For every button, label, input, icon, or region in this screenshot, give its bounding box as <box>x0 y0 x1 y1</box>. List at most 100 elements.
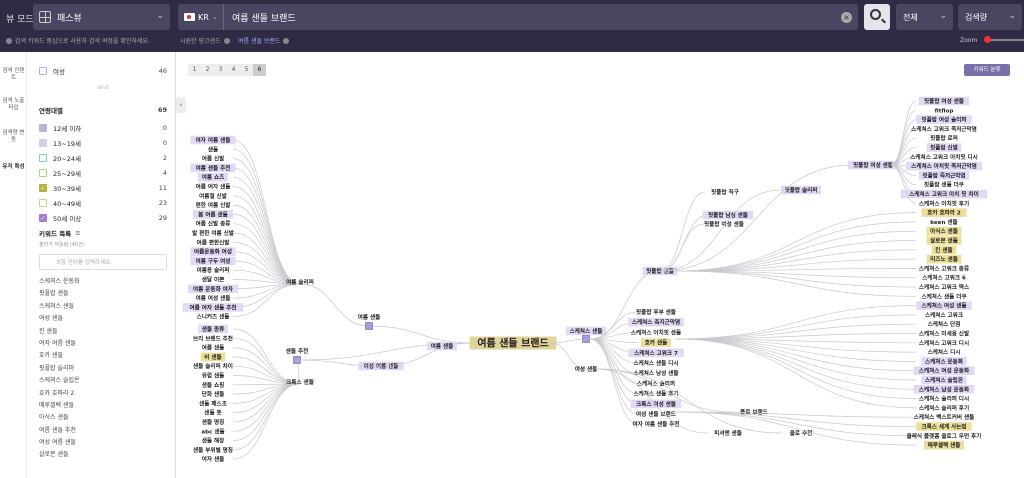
keyword-node[interactable]: 브리 브랜드 추천 <box>193 334 233 342</box>
keyword-node[interactable]: 호카 샌들 <box>641 338 671 347</box>
search-button[interactable] <box>864 4 890 30</box>
keyword-node[interactable]: 샌들 패스조 <box>199 399 227 407</box>
age-group-row[interactable]: ✓ 50세 이상 29 <box>39 213 167 223</box>
keyword-node[interactable]: 여름 슬리퍼 <box>286 278 314 286</box>
keyword-node[interactable]: 스케쳐스 여성 운동화 <box>913 366 975 375</box>
close-icon[interactable] <box>283 37 290 44</box>
keyword-node[interactable]: 스케쳐스 미세용 신발 <box>919 330 970 338</box>
keyword-node[interactable]: 여름 샌들 <box>427 341 457 351</box>
age-group-row[interactable]: 12세 이하 0 <box>39 123 167 133</box>
keyword-node[interactable]: 샌들 <box>208 145 218 153</box>
keyword-node[interactable]: 스케쳐스 고워크 맥스 <box>919 283 969 291</box>
keyword-node[interactable]: 스케쳐스 아치핏 족저근막염 <box>905 161 983 171</box>
keyword-list-item[interactable]: 호카 샌들 <box>39 350 169 362</box>
keyword-node[interactable]: 살로몬 샌들 <box>926 236 962 245</box>
keyword-node[interactable]: 스케쳐스 운동화 <box>921 357 967 366</box>
keyword-list-item[interactable]: 아식스 샌들 <box>39 412 169 424</box>
keyword-node[interactable]: 여름 편한신발 <box>197 238 231 246</box>
keyword-node[interactable]: 스케쳐스 고워크 아치 핏 차이 <box>900 189 988 199</box>
country-select[interactable]: KR ⌄ <box>178 4 224 30</box>
close-icon[interactable] <box>223 37 230 44</box>
age-group-row[interactable]: 40~49세 23 <box>39 198 167 208</box>
keyword-node[interactable]: 핏플랍 푸부 샌들 <box>636 308 676 316</box>
keyword-node[interactable]: 킨 샌들 <box>931 245 957 255</box>
keyword-node[interactable]: 샌들 부위별 명칭 <box>193 446 233 454</box>
keyword-node[interactable]: 스케쳐스 고워크 디시 <box>919 339 969 347</box>
keyword-node[interactable]: 샌들 추천 <box>286 347 309 355</box>
checkbox[interactable] <box>39 124 47 132</box>
list-icon[interactable]: ≡ <box>75 229 80 237</box>
age-group-row[interactable]: 13~19세 0 <box>39 138 167 148</box>
keyword-node[interactable]: 여름 여자 샌들 <box>196 183 231 191</box>
keyword-node[interactable]: 샌들 명칭 <box>202 418 225 426</box>
path-view-canvas[interactable]: ‹ 123456 키워드 분류 여자 여름 샌들 샌들 여름 신발 여름 샌들 추천 여… <box>176 52 1024 478</box>
keyword-node[interactable]: 크록스 세계 사는법 <box>916 422 972 431</box>
keyword-node[interactable]: 스케쳐스 슬립온 <box>921 375 967 385</box>
keyword-node[interactable]: 스케쳐스 샌들 후기 <box>633 390 678 398</box>
keyword-node[interactable]: 핏플랍 여성 샌들 <box>704 220 744 228</box>
keyword-node[interactable]: 샌들 뜻 <box>204 409 221 417</box>
keyword-list-item[interactable]: 여성 샌들 <box>39 313 169 325</box>
gender-filter-row[interactable]: 여성 46 <box>39 66 167 76</box>
keyword-node[interactable]: 스케쳐스 슬리퍼 디시 <box>919 395 969 403</box>
keyword-node[interactable]: 핏플랍 남성 샌들 <box>702 210 754 220</box>
search-input[interactable]: 여름 샌들 브랜드 <box>232 11 841 24</box>
keyword-node[interactable]: 여름 쇼즈 <box>198 172 228 182</box>
keyword-node[interactable]: 핏플랍 여성 샌들 <box>918 96 970 106</box>
nav-item-exposure[interactable]: 검색 노출타입 <box>0 98 27 112</box>
keyword-list-item[interactable]: 여성 여름 샌들 <box>39 437 169 449</box>
keyword-node[interactable]: fitflop <box>935 108 954 114</box>
keyword-node[interactable]: 핏플랍 신발 <box>926 143 962 152</box>
keyword-node[interactable]: keen 샌들 <box>930 218 957 226</box>
keyword-node[interactable]: 여름용 슬리퍼 <box>197 266 230 274</box>
keyword-node[interactable]: 여름운동화 여성 <box>190 247 236 256</box>
keyword-node[interactable]: 샌달 이쁜 <box>202 276 225 284</box>
keyword-node[interactable]: 편한 여름 신발 <box>196 201 232 209</box>
keyword-node[interactable]: 여름 샌들 <box>202 344 225 352</box>
keyword-list-item[interactable]: 살로몬 샌들 <box>39 449 169 461</box>
keyword-node[interactable]: 여름 신발 종류 <box>196 220 231 228</box>
keyword-node[interactable]: 클래식 플랫폼 클로그 우먼 후기 <box>907 432 982 440</box>
age-group-row[interactable]: 20~24세 2 <box>39 153 167 163</box>
nav-item-volume-change[interactable]: 검색량 변동 <box>0 130 27 144</box>
keyword-search-input[interactable]: 포함 단어를 입력하세요. <box>39 254 167 270</box>
keyword-node[interactable]: 여자 샌들 <box>202 455 225 463</box>
keyword-node[interactable]: 스케쳐스 남성 운동화 <box>913 385 975 394</box>
checkbox[interactable] <box>39 199 47 207</box>
keyword-list-item[interactable]: 메루셀렉 샌들 <box>39 400 169 412</box>
age-group-row[interactable]: 25~29세 4 <box>39 168 167 178</box>
keyword-node[interactable]: 핏플랍 직구 <box>711 188 739 196</box>
keyword-node[interactable]: 여성 샌들 브랜드 <box>636 410 676 418</box>
scope-select[interactable]: 전체 ⌄ <box>896 4 953 30</box>
metric-select[interactable]: 검색량 ⌄ <box>958 4 1022 30</box>
keyword-node[interactable]: 스케쳐스 고워크 <box>925 311 963 319</box>
keyword-node[interactable]: 비 샌들 <box>200 352 226 362</box>
checkbox[interactable] <box>39 67 47 75</box>
keyword-node[interactable]: 발 편한 여름 신발 <box>192 229 235 237</box>
keyword-node[interactable]: 스케쳐스 백스트커버 샌들 <box>914 413 975 421</box>
keyword-node[interactable]: 핏플랍 여성 샌들 <box>847 160 899 170</box>
keyword-node[interactable]: 호카 호파라 2 <box>921 208 967 217</box>
keyword-node[interactable]: 스케쳐스 슬리퍼 후기 <box>919 404 969 412</box>
nav-item-intent[interactable]: 검색 인텐트 <box>0 68 27 82</box>
keyword-node[interactable]: 여름 여자 샌들 추천 <box>182 303 244 312</box>
keyword-node[interactable]: 유럽 샌들 <box>202 372 225 380</box>
keyword-list-item[interactable]: 스케쳐스 운동화 <box>39 276 169 288</box>
keyword-node[interactable]: 스케쳐스 아치핏 샌들 <box>631 328 681 336</box>
keyword-node[interactable]: 스케쳐스 고워크 종류 <box>919 264 969 272</box>
center-keyword-node[interactable]: 여름 샌들 브랜드 <box>469 336 557 350</box>
keyword-list-item[interactable]: 여자 여름 샌들 <box>39 338 169 350</box>
keyword-list-item[interactable]: 호카 호파라 2 <box>39 388 169 400</box>
keyword-node[interactable]: 스케쳐스 고워크 6 <box>922 274 966 282</box>
keyword-node[interactable]: 피셔맨 샌들 <box>714 429 742 437</box>
keyword-node[interactable]: 핏플랍 로퍼 <box>930 134 958 142</box>
keyword-node[interactable]: 여름 샌들 <box>358 313 381 321</box>
keyword-list-item[interactable]: 핏플랍 슬리퍼 <box>39 363 169 375</box>
checkbox[interactable]: ✓ <box>39 184 47 192</box>
keyword-list-item[interactable]: 킨 샌들 <box>39 326 169 338</box>
checkbox[interactable] <box>39 139 47 147</box>
filter-chip-2[interactable]: 여름 샌들 브랜드 <box>238 36 290 45</box>
keyword-node[interactable]: 스케쳐스 샌들 <box>565 326 607 336</box>
nav-item-user-traits[interactable]: 유저 특성 <box>0 164 27 171</box>
keyword-list-item[interactable]: 스케쳐스 샌들 <box>39 301 169 313</box>
